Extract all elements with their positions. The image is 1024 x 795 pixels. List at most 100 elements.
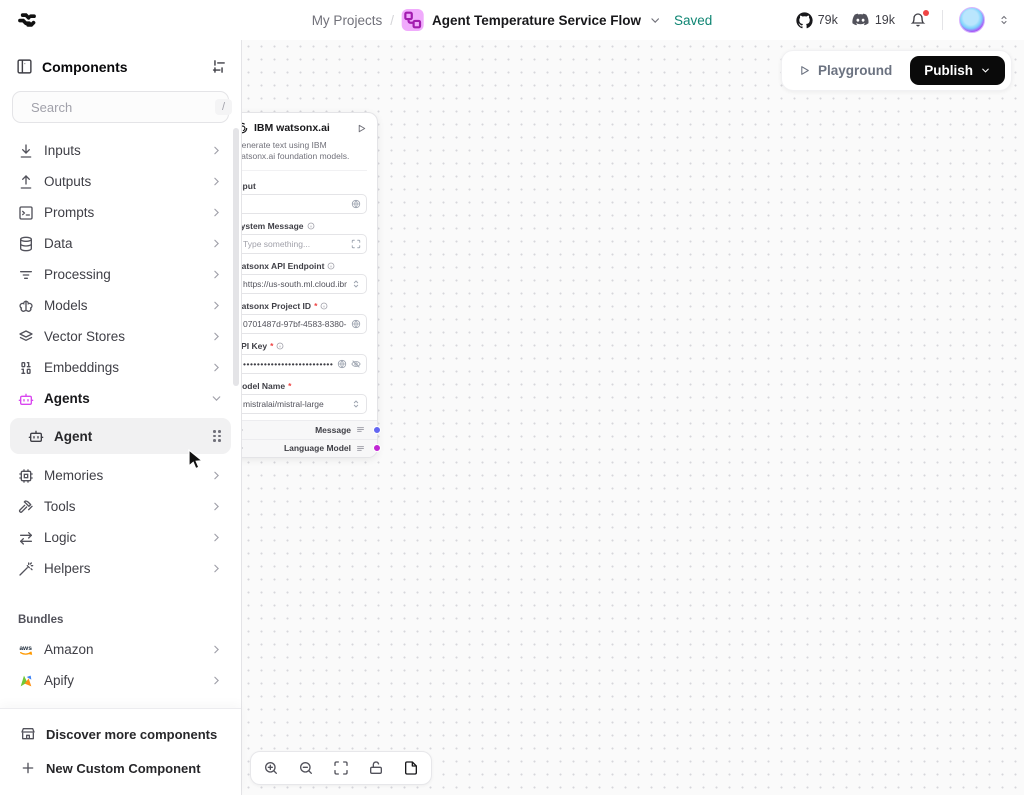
chevron-right-icon bbox=[210, 299, 223, 312]
sidebar-item-data[interactable]: Data bbox=[10, 228, 231, 259]
save-status: Saved bbox=[674, 13, 712, 28]
sidebar-item-processing[interactable]: Processing bbox=[10, 259, 231, 290]
sidebar-item-embeddings[interactable]: Embeddings bbox=[10, 352, 231, 383]
globe-icon[interactable] bbox=[351, 319, 361, 329]
discord-members[interactable]: 19k bbox=[851, 13, 895, 28]
notifications-button[interactable] bbox=[910, 12, 926, 28]
output-row-message[interactable]: Message bbox=[242, 421, 377, 439]
breadcrumb-projects-link[interactable]: My Projects bbox=[312, 13, 383, 28]
sidebar-item-vector-stores[interactable]: Vector Stores bbox=[10, 321, 231, 352]
sidebar-item-apify[interactable]: Apify bbox=[10, 665, 231, 696]
zoom-in-button[interactable] bbox=[263, 760, 279, 776]
chevron-right-icon bbox=[210, 206, 223, 219]
chevron-down-icon bbox=[210, 392, 223, 405]
info-icon bbox=[320, 302, 328, 310]
sidebar-item-amazon[interactable]: aws Amazon bbox=[10, 634, 231, 665]
output-type-icon bbox=[356, 425, 365, 434]
output-port-language-model[interactable] bbox=[373, 444, 381, 452]
model-name-select[interactable]: mistralai/mistral-large bbox=[242, 394, 367, 414]
filter-lines-icon bbox=[18, 267, 34, 283]
chevron-right-icon bbox=[210, 643, 223, 656]
add-note-button[interactable] bbox=[403, 760, 419, 776]
chevron-right-icon bbox=[210, 674, 223, 687]
sidebar-item-tools[interactable]: Tools bbox=[10, 491, 231, 522]
output-port-message[interactable] bbox=[373, 426, 381, 434]
lock-button[interactable] bbox=[368, 760, 384, 776]
filter-settings-icon[interactable] bbox=[210, 58, 227, 75]
project-id-field[interactable]: 0701487d-97bf-4583-8380-b3cb... bbox=[242, 314, 367, 334]
field-watsonx-project-id: watsonx Project ID* 0701487d-97bf-4583-8… bbox=[242, 301, 367, 334]
discord-icon bbox=[851, 13, 870, 28]
svg-text:aws: aws bbox=[19, 645, 32, 652]
output-row-language-model[interactable]: Language Model bbox=[242, 439, 377, 457]
search-shortcut-badge: / bbox=[215, 99, 232, 115]
chevron-right-icon bbox=[210, 175, 223, 188]
search-input[interactable] bbox=[31, 100, 207, 115]
langflow-logo-icon[interactable] bbox=[14, 7, 40, 33]
component-search[interactable]: / bbox=[12, 91, 229, 123]
chevrons-up-down-icon bbox=[351, 399, 361, 409]
mouse-cursor bbox=[188, 449, 205, 471]
required-marker: * bbox=[270, 341, 273, 351]
play-icon bbox=[798, 64, 811, 77]
api-endpoint-select[interactable]: https://us-south.ml.cloud.ibm.c... bbox=[242, 274, 367, 294]
github-stars[interactable]: 79k bbox=[796, 12, 838, 29]
input-field[interactable] bbox=[242, 194, 367, 214]
sidebar-item-agents[interactable]: Agents bbox=[10, 383, 231, 414]
chevron-right-icon bbox=[210, 500, 223, 513]
fit-view-button[interactable] bbox=[333, 760, 349, 776]
chevron-right-icon bbox=[210, 361, 223, 374]
apify-logo-icon bbox=[18, 673, 34, 689]
github-icon bbox=[796, 12, 813, 29]
globe-icon[interactable] bbox=[351, 199, 361, 209]
flow-title-chevron-down-icon[interactable] bbox=[649, 14, 662, 27]
publish-button[interactable]: Publish bbox=[910, 56, 1005, 85]
header-divider bbox=[942, 10, 943, 30]
expand-icon[interactable] bbox=[351, 239, 361, 249]
info-icon bbox=[307, 222, 315, 230]
github-count: 79k bbox=[818, 13, 838, 27]
notification-dot bbox=[923, 10, 929, 16]
new-custom-component-button[interactable]: New Custom Component bbox=[12, 751, 229, 785]
system-message-field[interactable]: Type something... bbox=[242, 234, 367, 254]
sidebar-scrollbar[interactable] bbox=[233, 128, 239, 386]
sidebar-item-logic[interactable]: Logic bbox=[10, 522, 231, 553]
playground-button[interactable]: Playground bbox=[788, 58, 902, 83]
panel-left-icon bbox=[16, 58, 33, 75]
account-chevrons-icon[interactable] bbox=[998, 14, 1010, 26]
user-avatar[interactable] bbox=[959, 7, 985, 33]
output-type-icon bbox=[356, 444, 365, 453]
flow-title[interactable]: Agent Temperature Service Flow bbox=[432, 13, 641, 28]
components-sidebar: Components / Inputs Outputs bbox=[0, 40, 242, 795]
binary-icon bbox=[18, 360, 34, 376]
flow-canvas[interactable]: Playground Publish IBM watsonx.ai bbox=[242, 40, 1024, 795]
chevron-right-icon bbox=[210, 144, 223, 157]
api-key-field[interactable]: •••••••••••••••••••••••••• bbox=[242, 354, 367, 374]
aws-logo-icon: aws bbox=[18, 642, 34, 658]
chevron-right-icon bbox=[210, 562, 223, 575]
layers-icon bbox=[18, 329, 34, 345]
sidebar-item-models[interactable]: Models bbox=[10, 290, 231, 321]
globe-icon[interactable] bbox=[337, 359, 347, 369]
zoom-out-button[interactable] bbox=[298, 760, 314, 776]
sidebar-item-inputs[interactable]: Inputs bbox=[10, 135, 231, 166]
chevron-down-icon bbox=[980, 65, 991, 76]
sidebar-item-helpers[interactable]: Helpers bbox=[10, 553, 231, 584]
bot-icon bbox=[28, 428, 44, 444]
drag-grip-icon[interactable] bbox=[213, 430, 221, 442]
field-api-key: API Key* •••••••••••••••••••••••••• bbox=[242, 341, 367, 374]
run-node-play-icon[interactable] bbox=[356, 123, 367, 134]
sidebar-item-prompts[interactable]: Prompts bbox=[10, 197, 231, 228]
eye-off-icon[interactable] bbox=[351, 359, 361, 369]
hammer-icon bbox=[18, 499, 34, 515]
node-ibm-watsonx[interactable]: IBM watsonx.ai Generate text using IBM w… bbox=[242, 112, 378, 458]
sidebar-item-outputs[interactable]: Outputs bbox=[10, 166, 231, 197]
eye-off-icon[interactable] bbox=[242, 443, 243, 453]
canvas-action-bar: Playground Publish bbox=[781, 50, 1012, 91]
canvas-toolbar bbox=[250, 751, 432, 785]
discover-more-components-button[interactable]: Discover more components bbox=[12, 717, 229, 751]
eye-off-icon[interactable] bbox=[242, 425, 243, 435]
info-icon bbox=[327, 262, 335, 270]
required-marker: * bbox=[288, 381, 291, 391]
chevron-right-icon bbox=[210, 330, 223, 343]
